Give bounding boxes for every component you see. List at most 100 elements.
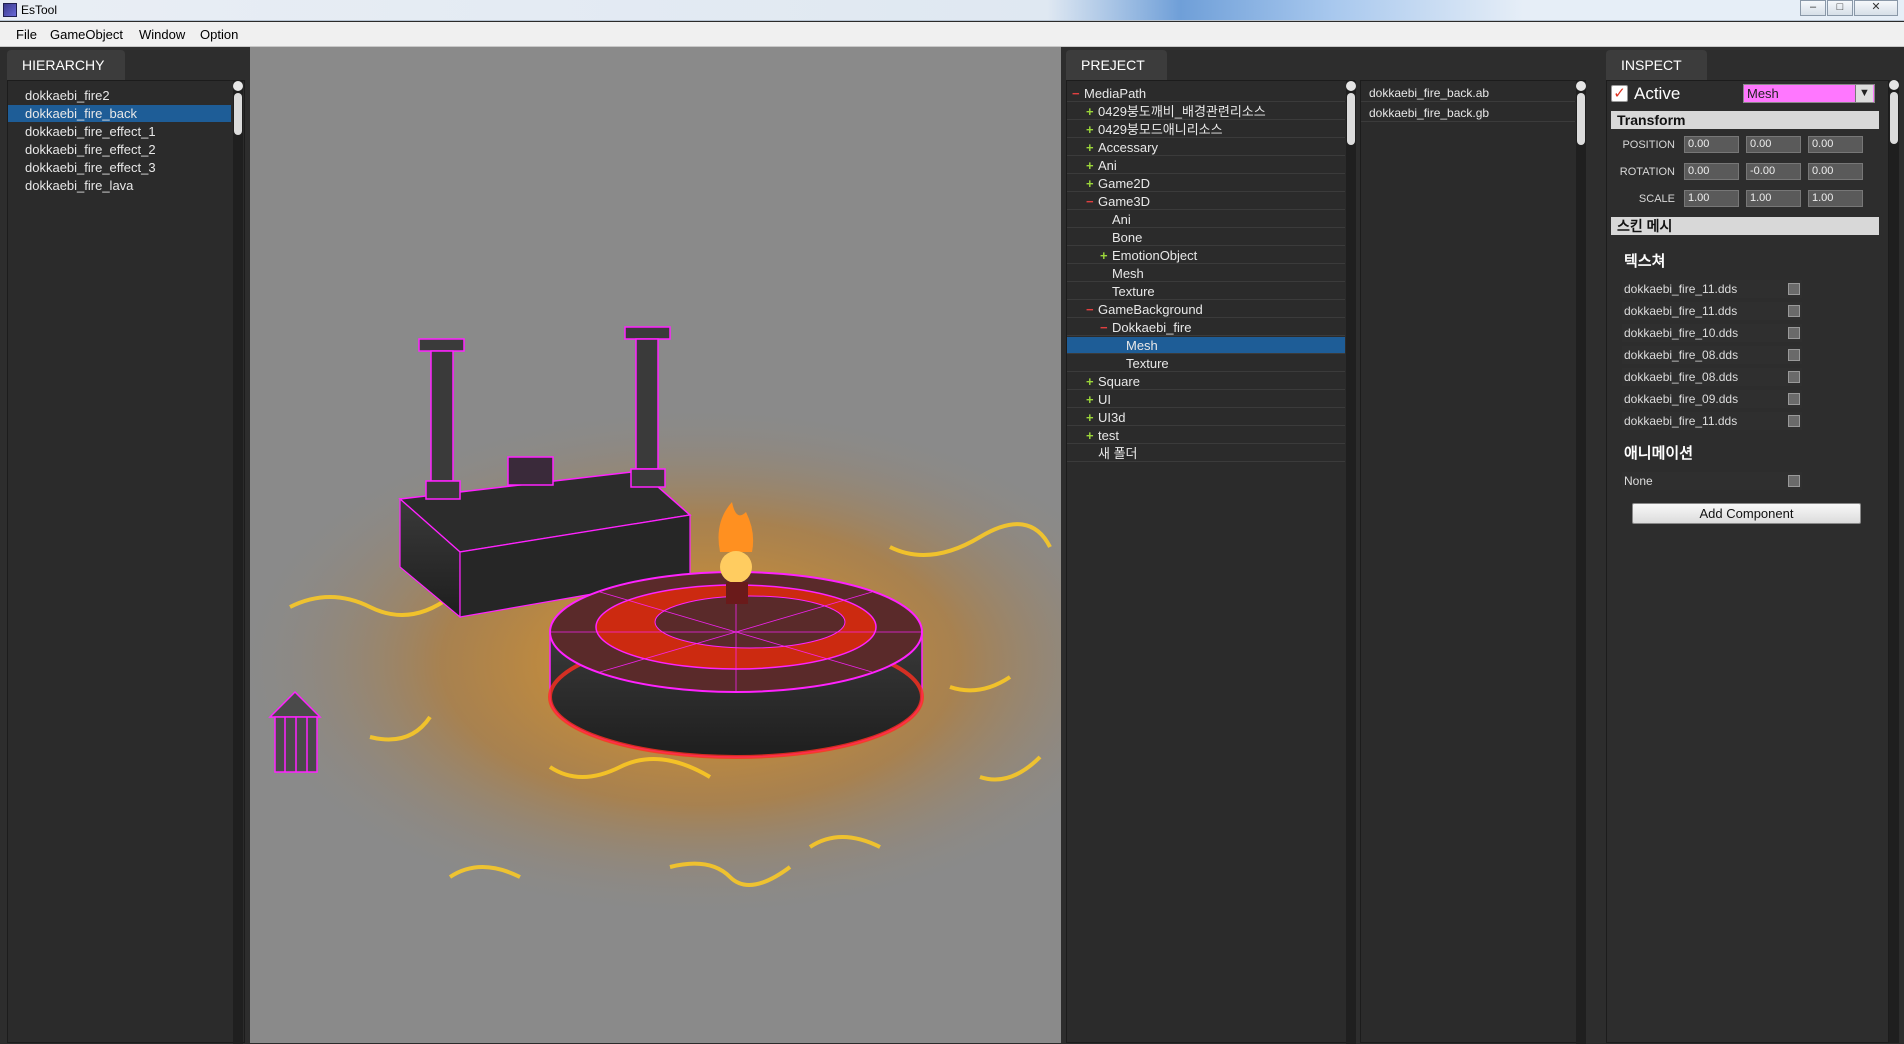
tree-item-label: UI3d [1098, 410, 1126, 425]
rotation-y-field[interactable]: -0.00 [1746, 163, 1801, 180]
project-files-scrollbar[interactable] [1576, 81, 1586, 1044]
texture-picker-button[interactable] [1788, 393, 1800, 405]
tree-item-label: test [1098, 428, 1119, 443]
close-button[interactable]: ✕ [1854, 0, 1898, 16]
rotation-z-field[interactable]: 0.00 [1808, 163, 1863, 180]
animation-value: None [1624, 474, 1653, 488]
project-tree-scrollbar[interactable] [1346, 81, 1356, 1044]
menu-gameobject[interactable]: GameObject [50, 27, 123, 42]
collapse-icon[interactable]: − [1100, 319, 1112, 336]
texture-picker-button[interactable] [1788, 415, 1800, 427]
texture-picker-button[interactable] [1788, 327, 1800, 339]
type-dropdown[interactable]: Mesh ▼ [1743, 84, 1875, 103]
texture-slot[interactable]: dokkaebi_fire_11.dds [1622, 280, 1802, 298]
tree-item[interactable]: Mesh [1067, 265, 1345, 282]
add-component-button[interactable]: Add Component [1632, 503, 1861, 524]
texture-picker-button[interactable] [1788, 371, 1800, 383]
file-item[interactable]: dokkaebi_fire_back.ab [1361, 85, 1575, 102]
expand-icon[interactable]: + [1086, 373, 1098, 390]
tree-item[interactable]: + Game2D [1067, 175, 1345, 192]
tab-project[interactable]: PREJECT [1066, 50, 1167, 80]
tree-item[interactable]: + UI [1067, 391, 1345, 408]
hierarchy-item[interactable]: dokkaebi_fire_back [8, 105, 231, 122]
expand-icon[interactable]: + [1086, 121, 1098, 138]
hierarchy-item[interactable]: dokkaebi_fire_lava [8, 177, 231, 194]
scroll-thumb[interactable] [234, 93, 242, 135]
animation-field[interactable]: None [1622, 472, 1802, 490]
texture-slot[interactable]: dokkaebi_fire_09.dds [1622, 390, 1802, 408]
hierarchy-item[interactable]: dokkaebi_fire2 [8, 87, 231, 104]
tab-inspect[interactable]: INSPECT [1606, 50, 1707, 80]
file-item[interactable]: dokkaebi_fire_back.gb [1361, 105, 1575, 122]
tree-item[interactable]: +0429붕모드애니리소스 [1067, 121, 1345, 138]
scroll-top-knob[interactable] [1889, 80, 1899, 90]
tree-item[interactable]: + EmotionObject [1067, 247, 1345, 264]
expand-icon[interactable]: + [1086, 139, 1098, 156]
expand-icon[interactable]: + [1086, 391, 1098, 408]
tree-item[interactable]: + Accessary [1067, 139, 1345, 156]
tree-item[interactable]: + test [1067, 427, 1345, 444]
scroll-thumb[interactable] [1347, 93, 1355, 145]
menu-option[interactable]: Option [200, 27, 238, 42]
collapse-icon[interactable]: − [1086, 193, 1098, 210]
texture-slot[interactable]: dokkaebi_fire_08.dds [1622, 368, 1802, 386]
tree-item[interactable]: − Game3D [1067, 193, 1345, 210]
tree-item[interactable]: Texture [1067, 355, 1345, 372]
maximize-button[interactable]: □ [1827, 0, 1853, 16]
tree-item[interactable]: Mesh [1067, 337, 1345, 354]
scroll-top-knob[interactable] [1346, 81, 1356, 91]
menu-file[interactable]: File [16, 27, 37, 42]
inspect-scrollbar[interactable] [1889, 80, 1899, 1043]
tree-item[interactable]: Bone [1067, 229, 1345, 246]
position-z-field[interactable]: 0.00 [1808, 136, 1863, 153]
texture-picker-button[interactable] [1788, 349, 1800, 361]
texture-slot[interactable]: dokkaebi_fire_10.dds [1622, 324, 1802, 342]
texture-picker-button[interactable] [1788, 305, 1800, 317]
tree-item[interactable]: +0429붕도깨비_배경관련리소스 [1067, 103, 1345, 120]
tree-item[interactable]: 새 폴더 [1067, 445, 1345, 462]
tree-item[interactable]: − GameBackground [1067, 301, 1345, 318]
collapse-icon[interactable]: − [1072, 85, 1084, 102]
texture-picker-button[interactable] [1788, 283, 1800, 295]
tree-item[interactable]: − MediaPath [1067, 85, 1345, 102]
hierarchy-item[interactable]: dokkaebi_fire_effect_3 [8, 159, 231, 176]
scroll-thumb[interactable] [1577, 93, 1585, 145]
expand-icon[interactable]: + [1086, 409, 1098, 426]
minimize-button[interactable]: – [1800, 0, 1826, 16]
active-checkbox[interactable]: ✓ [1611, 85, 1628, 102]
expand-icon[interactable]: + [1086, 175, 1098, 192]
tree-item-label: GameBackground [1098, 302, 1203, 317]
tree-item-label: Mesh [1126, 338, 1158, 353]
tree-item[interactable]: Texture [1067, 283, 1345, 300]
hierarchy-item[interactable]: dokkaebi_fire_effect_1 [8, 123, 231, 140]
position-x-field[interactable]: 0.00 [1684, 136, 1739, 153]
rotation-x-field[interactable]: 0.00 [1684, 163, 1739, 180]
tree-item[interactable]: Ani [1067, 211, 1345, 228]
texture-slot[interactable]: dokkaebi_fire_11.dds [1622, 412, 1802, 430]
scale-z-field[interactable]: 1.00 [1808, 190, 1863, 207]
expand-icon[interactable]: + [1086, 103, 1098, 120]
tree-item[interactable]: + UI3d [1067, 409, 1345, 426]
position-y-field[interactable]: 0.00 [1746, 136, 1801, 153]
scale-x-field[interactable]: 1.00 [1684, 190, 1739, 207]
expand-icon[interactable]: + [1100, 247, 1112, 264]
scroll-top-knob[interactable] [1576, 81, 1586, 91]
scroll-top-knob[interactable] [233, 81, 243, 91]
animation-picker-button[interactable] [1788, 475, 1800, 487]
chevron-down-icon[interactable]: ▼ [1855, 85, 1873, 102]
texture-slot[interactable]: dokkaebi_fire_08.dds [1622, 346, 1802, 364]
scene-viewport[interactable] [250, 47, 1061, 1043]
scroll-thumb[interactable] [1890, 92, 1898, 144]
expand-icon[interactable]: + [1086, 157, 1098, 174]
expand-icon[interactable]: + [1086, 427, 1098, 444]
scale-y-field[interactable]: 1.00 [1746, 190, 1801, 207]
collapse-icon[interactable]: − [1086, 301, 1098, 318]
hierarchy-item[interactable]: dokkaebi_fire_effect_2 [8, 141, 231, 158]
tree-item[interactable]: + Ani [1067, 157, 1345, 174]
tree-item[interactable]: − Dokkaebi_fire [1067, 319, 1345, 336]
hierarchy-scrollbar[interactable] [233, 81, 243, 1044]
texture-slot[interactable]: dokkaebi_fire_11.dds [1622, 302, 1802, 320]
tree-item[interactable]: + Square [1067, 373, 1345, 390]
menu-window[interactable]: Window [139, 27, 185, 42]
tab-hierarchy[interactable]: HIERARCHY [7, 50, 125, 80]
